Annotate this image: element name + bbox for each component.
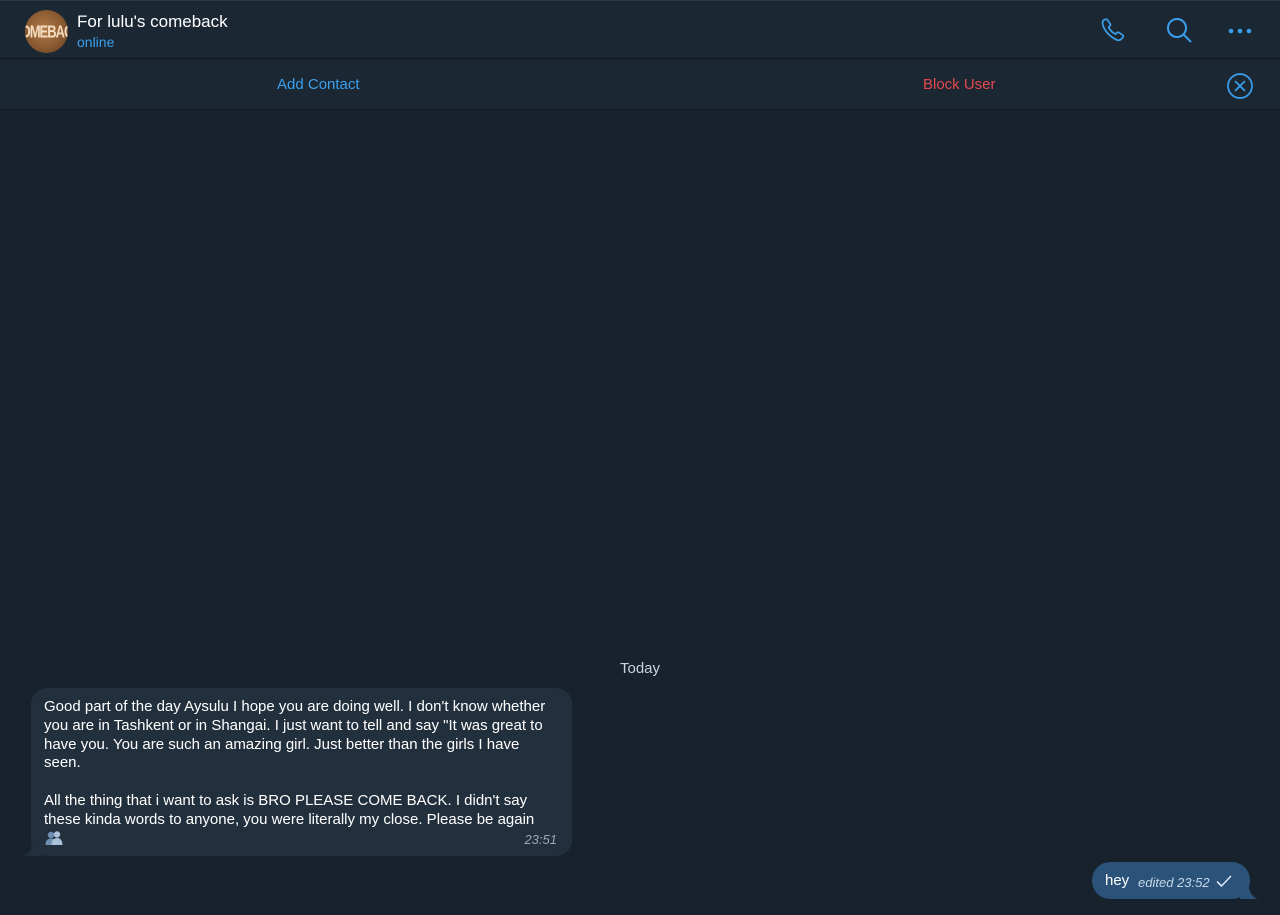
contact-action-bar: Add Contact Block User <box>0 60 1280 110</box>
more-icon[interactable] <box>1225 15 1255 45</box>
message-paragraph-2: All the thing that i want to ask is BRO … <box>44 791 535 828</box>
chat-header: COMEBACK For lulu's comeback online <box>0 0 1280 59</box>
outgoing-message[interactable]: hey edited 23:52 <box>1092 862 1258 899</box>
search-icon[interactable] <box>1164 15 1194 45</box>
date-separator: Today <box>619 660 661 677</box>
message-paragraph-1: Good part of the day Aysulu I hope you a… <box>44 698 550 772</box>
bubble-tail <box>1240 883 1258 899</box>
incoming-message[interactable]: Good part of the day Aysulu I hope you a… <box>23 688 572 856</box>
close-icon[interactable] <box>1226 72 1254 100</box>
message-text: Good part of the day Aysulu I hope you a… <box>44 698 560 849</box>
message-edited-time: edited 23:52 <box>1138 875 1210 890</box>
busts-in-silhouette-emoji <box>44 830 64 846</box>
block-user-button[interactable]: Block User <box>923 76 996 93</box>
message-text: hey <box>1105 872 1130 889</box>
chat-title[interactable]: For lulu's comeback <box>77 12 228 32</box>
chat-window: COMEBACK For lulu's comeback online Add … <box>0 0 1280 915</box>
avatar-text: COMEBACK <box>25 21 68 42</box>
online-status: online <box>77 34 115 50</box>
check-icon <box>1216 875 1232 887</box>
add-contact-button[interactable]: Add Contact <box>277 76 360 93</box>
bubble-tail <box>23 840 41 856</box>
message-time: 23:51 <box>524 832 557 847</box>
avatar[interactable]: COMEBACK <box>25 10 68 53</box>
phone-icon[interactable] <box>1098 15 1128 45</box>
